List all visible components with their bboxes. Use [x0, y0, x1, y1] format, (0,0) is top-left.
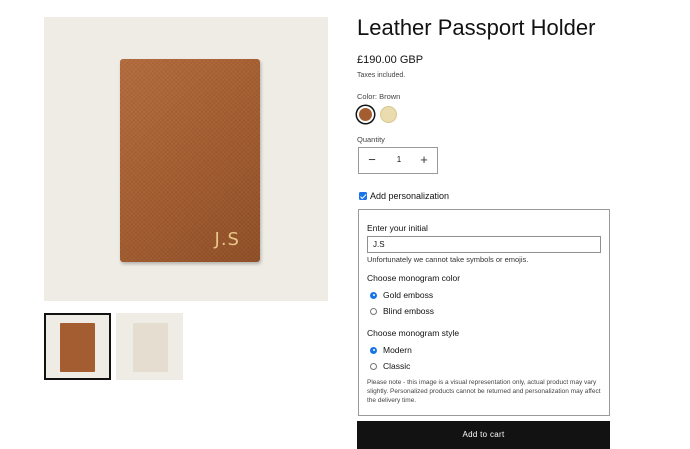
radio-blind-emboss[interactable]: Blind emboss [370, 306, 434, 316]
swatch-brown[interactable] [357, 106, 374, 123]
product-price: £190.00 GBP [357, 54, 424, 66]
personalization-note: Please note - this image is a visual rep… [367, 379, 601, 404]
radio-label-modern: Modern [383, 345, 412, 355]
radio-label-classic: Classic [383, 361, 411, 371]
radio-button-checked[interactable] [370, 346, 377, 354]
personalization-toggle[interactable]: Add personalization [359, 191, 449, 201]
tax-note: Taxes included. [357, 72, 406, 79]
passport-holder-image: J.S [120, 59, 260, 262]
quantity-input[interactable]: 1 [389, 155, 409, 164]
monogram-preview: J.S [214, 229, 240, 250]
radio-gold-emboss[interactable]: Gold emboss [370, 290, 433, 300]
color-label: Color: Brown [357, 92, 401, 101]
personalization-panel: Enter your initial Unfortunately we cann… [358, 209, 610, 416]
radio-classic[interactable]: Classic [370, 361, 410, 371]
add-to-cart-button[interactable]: Add to cart [357, 421, 610, 449]
product-title: Leather Passport Holder [357, 15, 596, 40]
thumbnail-brown-image [60, 323, 95, 372]
radio-label-gold-emboss: Gold emboss [383, 290, 434, 300]
radio-modern[interactable]: Modern [370, 345, 412, 355]
personalization-label: Add personalization [370, 191, 450, 201]
quantity-label: Quantity [357, 135, 385, 144]
initial-hint: Unfortunately we cannot take symbols or … [367, 255, 529, 264]
quantity-increase-button[interactable]: + [416, 152, 432, 167]
radio-button-checked[interactable] [370, 291, 377, 299]
monogram-style-heading: Choose monogram style [367, 328, 460, 338]
radio-button[interactable] [370, 307, 377, 315]
thumbnail-brown[interactable] [44, 313, 111, 380]
quantity-stepper: − 1 + [358, 147, 438, 174]
initial-label: Enter your initial [367, 223, 428, 233]
radio-button[interactable] [370, 362, 377, 370]
thumbnail-cream[interactable] [116, 313, 183, 380]
swatch-cream[interactable] [380, 106, 397, 123]
initial-input[interactable] [367, 236, 601, 253]
quantity-decrease-button[interactable]: − [364, 152, 380, 167]
main-product-image[interactable]: J.S [44, 17, 328, 301]
personalization-checkbox[interactable] [359, 192, 367, 200]
thumbnail-cream-image [133, 323, 168, 372]
radio-label-blind-emboss: Blind emboss [383, 306, 435, 316]
monogram-color-heading: Choose monogram color [367, 273, 461, 283]
